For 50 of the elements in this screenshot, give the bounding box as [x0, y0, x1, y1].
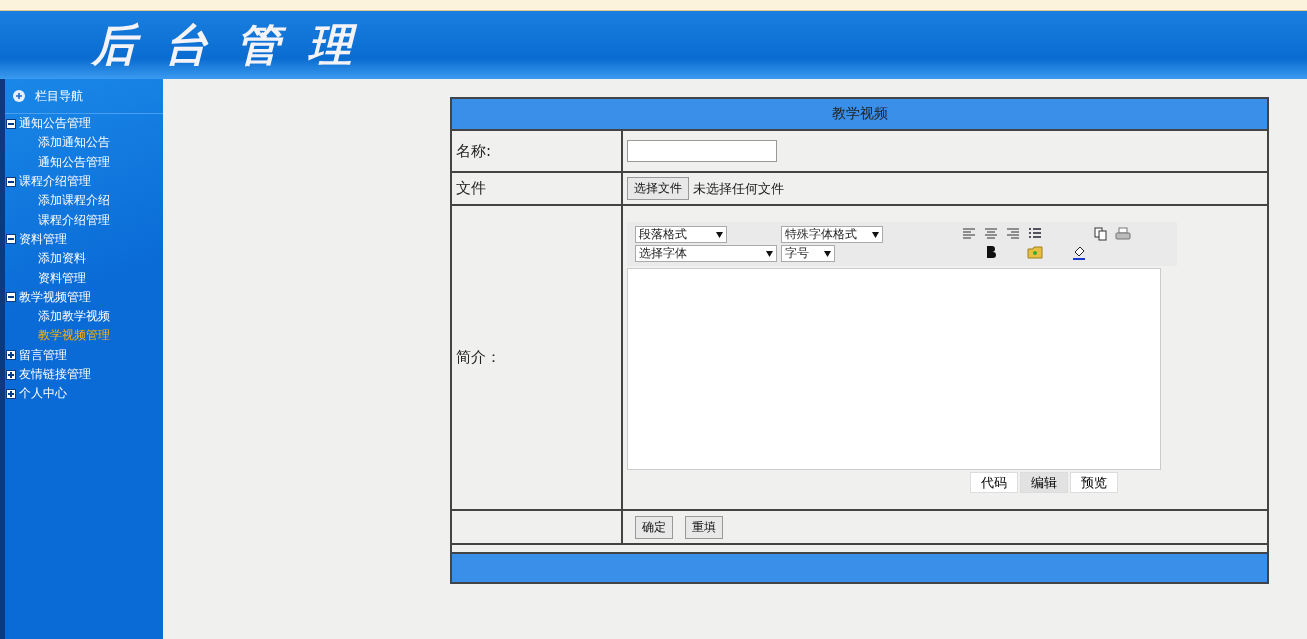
sidebar-group[interactable]: 友情链接管理 — [19, 366, 91, 383]
expand-icon[interactable] — [6, 350, 16, 361]
sidebar-item[interactable]: 添加通知公告 — [38, 134, 110, 152]
sidebar-item[interactable]: 资料管理 — [38, 269, 86, 287]
plus-icon — [13, 90, 25, 102]
form-title: 教学视频 — [452, 99, 1267, 131]
collapse-icon[interactable] — [6, 234, 16, 245]
expand-icon[interactable] — [6, 369, 16, 380]
align-right-icon[interactable] — [1005, 226, 1021, 242]
sidebar-item[interactable]: 教学视频管理 — [38, 327, 110, 345]
caret-icon — [716, 231, 723, 238]
reset-button[interactable]: 重填 — [685, 515, 723, 539]
field-label: 名称: — [456, 141, 492, 161]
sidebar-group[interactable]: 资料管理 — [19, 230, 67, 248]
collapse-icon[interactable] — [6, 118, 16, 129]
sidebar-group[interactable]: 教学视频管理 — [19, 288, 91, 306]
caret-icon — [824, 250, 831, 257]
field-label: 简介： — [456, 348, 501, 367]
collapse-icon[interactable] — [6, 176, 16, 187]
sidebar-heading: 栏目导航 — [35, 87, 83, 105]
sidebar-item[interactable]: 通知公告管理 — [38, 153, 110, 171]
submit-button[interactable]: 确定 — [635, 515, 673, 539]
sidebar-group[interactable]: 留言管理 — [19, 346, 67, 364]
caret-icon — [872, 231, 879, 238]
expand-icon[interactable] — [6, 388, 16, 399]
file-status: 未选择任何文件 — [693, 179, 784, 198]
collapse-icon[interactable] — [6, 292, 16, 303]
copy-icon[interactable] — [1093, 226, 1109, 242]
sidebar-group[interactable]: 通知公告管理 — [19, 115, 91, 133]
caret-icon — [766, 250, 773, 257]
dropdown[interactable]: 特殊字体格式 — [781, 226, 883, 243]
sidebar-item[interactable]: 课程介绍管理 — [38, 211, 110, 229]
editor-mode-tab[interactable]: 编辑 — [1020, 472, 1068, 493]
sidebar-item[interactable]: 添加课程介绍 — [38, 192, 110, 210]
field-label: 文件 — [456, 179, 486, 198]
dropdown[interactable]: 段落格式 — [635, 226, 727, 243]
align-left-icon[interactable] — [961, 226, 977, 242]
editor-mode-tab[interactable]: 代码 — [970, 472, 1018, 493]
sidebar-group[interactable]: 课程介绍管理 — [19, 173, 91, 191]
printer-icon[interactable] — [1115, 226, 1131, 242]
name-field[interactable] — [627, 140, 777, 162]
sidebar-group[interactable]: 个人中心 — [19, 385, 67, 403]
choose-file-button[interactable]: 选择文件 — [627, 177, 689, 200]
editor-mode-tab[interactable]: 预览 — [1070, 472, 1118, 493]
sidebar-item[interactable]: 添加教学视频 — [38, 308, 110, 326]
dropdown[interactable]: 选择字体 — [635, 245, 777, 262]
fill-bucket-icon[interactable] — [1071, 244, 1087, 260]
dropdown[interactable]: 字号 — [781, 245, 835, 262]
header-title: 后台管理 — [92, 17, 380, 72]
sidebar-item[interactable]: 添加资料 — [38, 250, 86, 268]
